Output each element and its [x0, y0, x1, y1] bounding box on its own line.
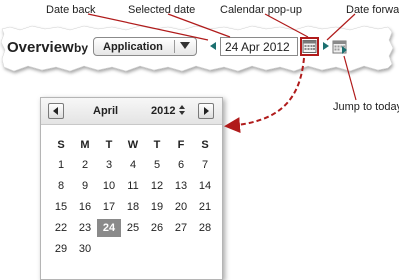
selected-date-input[interactable] [220, 37, 298, 56]
calendar-day[interactable]: 6 [169, 156, 193, 174]
callout-calendar-popup: Calendar pop-up [220, 4, 302, 16]
calendar-day[interactable]: 21 [193, 198, 217, 216]
calendar-day [169, 240, 193, 258]
group-by-label: by [74, 41, 89, 55]
calendar-icon [302, 40, 317, 53]
calendar-day[interactable]: 3 [97, 156, 121, 174]
next-month-button[interactable] [198, 103, 214, 119]
calendar-day[interactable]: 5 [145, 156, 169, 174]
calendar-day[interactable]: 16 [73, 198, 97, 216]
calendar-day[interactable]: 19 [145, 198, 169, 216]
callout-date-forward: Date forward [346, 4, 399, 16]
previous-month-button[interactable] [48, 103, 64, 119]
calendar-day[interactable]: 22 [49, 219, 73, 237]
weekday-header-row: S M T W T F S [49, 136, 217, 154]
calendar-day[interactable]: 12 [145, 177, 169, 195]
calendar-day[interactable]: 20 [169, 198, 193, 216]
weekday-label: S [201, 139, 209, 151]
weekday-label: T [153, 139, 161, 151]
callout-date-back: Date back [46, 4, 96, 16]
calendar-day[interactable]: 9 [73, 177, 97, 195]
group-by-value: Application [103, 41, 163, 53]
year-spinner-icon[interactable] [179, 105, 186, 117]
calendar-day[interactable]: 2 [73, 156, 97, 174]
jump-to-today-icon [332, 40, 347, 54]
date-back-button[interactable] [210, 42, 216, 50]
weekday-label: M [80, 139, 90, 151]
caret-right-icon [204, 107, 209, 115]
calendar-day[interactable]: 13 [169, 177, 193, 195]
calendar-day[interactable]: 11 [121, 177, 145, 195]
calendar-day[interactable]: 15 [49, 198, 73, 216]
calendar-day [193, 240, 217, 258]
calendar-week-row: 15 16 17 18 19 20 21 [49, 198, 217, 216]
chevron-down-icon [180, 42, 190, 49]
calendar-day[interactable]: 29 [49, 240, 73, 258]
calendar-day [97, 240, 121, 258]
caret-left-icon [53, 107, 58, 115]
calendar-day[interactable]: 27 [169, 219, 193, 237]
calendar-day[interactable]: 17 [97, 198, 121, 216]
calendar-week-row: 8 9 10 11 12 13 14 [49, 177, 217, 195]
calendar-day[interactable]: 25 [121, 219, 145, 237]
calendar-popup: April 2012 S M T W T F S 1 2 3 4 5 6 7 8… [40, 97, 223, 280]
calendar-day[interactable]: 10 [97, 177, 121, 195]
calendar-day[interactable]: 14 [193, 177, 217, 195]
callout-selected-date: Selected date [128, 4, 196, 16]
group-by-dropdown[interactable]: Application [93, 37, 197, 56]
calendar-header: April 2012 [41, 98, 222, 125]
calendar-day [121, 240, 145, 258]
weekday-label: W [127, 139, 139, 151]
weekday-label: S [57, 139, 65, 151]
spinner-up-icon [179, 105, 185, 109]
calendar-day[interactable]: 28 [193, 219, 217, 237]
calendar-week-row: 29 30 [49, 240, 217, 258]
weekday-label: F [177, 139, 185, 151]
calendar-week-row: 1 2 3 4 5 6 7 [49, 156, 217, 174]
calendar-day [145, 240, 169, 258]
calendar-day-selected[interactable]: 24 [97, 219, 121, 237]
calendar-month: April [93, 105, 119, 117]
calendar-year: 2012 [151, 105, 176, 117]
jump-to-today-button[interactable] [332, 38, 348, 55]
calendar-day[interactable]: 4 [121, 156, 145, 174]
calendar-day[interactable]: 18 [121, 198, 145, 216]
date-forward-button[interactable] [323, 42, 329, 50]
spinner-down-icon [179, 111, 185, 115]
calendar-day[interactable]: 26 [145, 219, 169, 237]
weekday-label: T [105, 139, 113, 151]
calendar-day[interactable]: 1 [49, 156, 73, 174]
calendar-day[interactable]: 23 [73, 219, 97, 237]
calendar-day[interactable]: 30 [73, 240, 97, 258]
dropdown-divider [174, 40, 175, 53]
calendar-popup-button[interactable] [300, 37, 319, 56]
callout-jump-to-today: Jump to today [333, 101, 399, 113]
page-title: Overview [7, 39, 74, 56]
calendar-day[interactable]: 8 [49, 177, 73, 195]
calendar-day[interactable]: 7 [193, 156, 217, 174]
calendar-week-row: 22 23 24 25 26 27 28 [49, 219, 217, 237]
